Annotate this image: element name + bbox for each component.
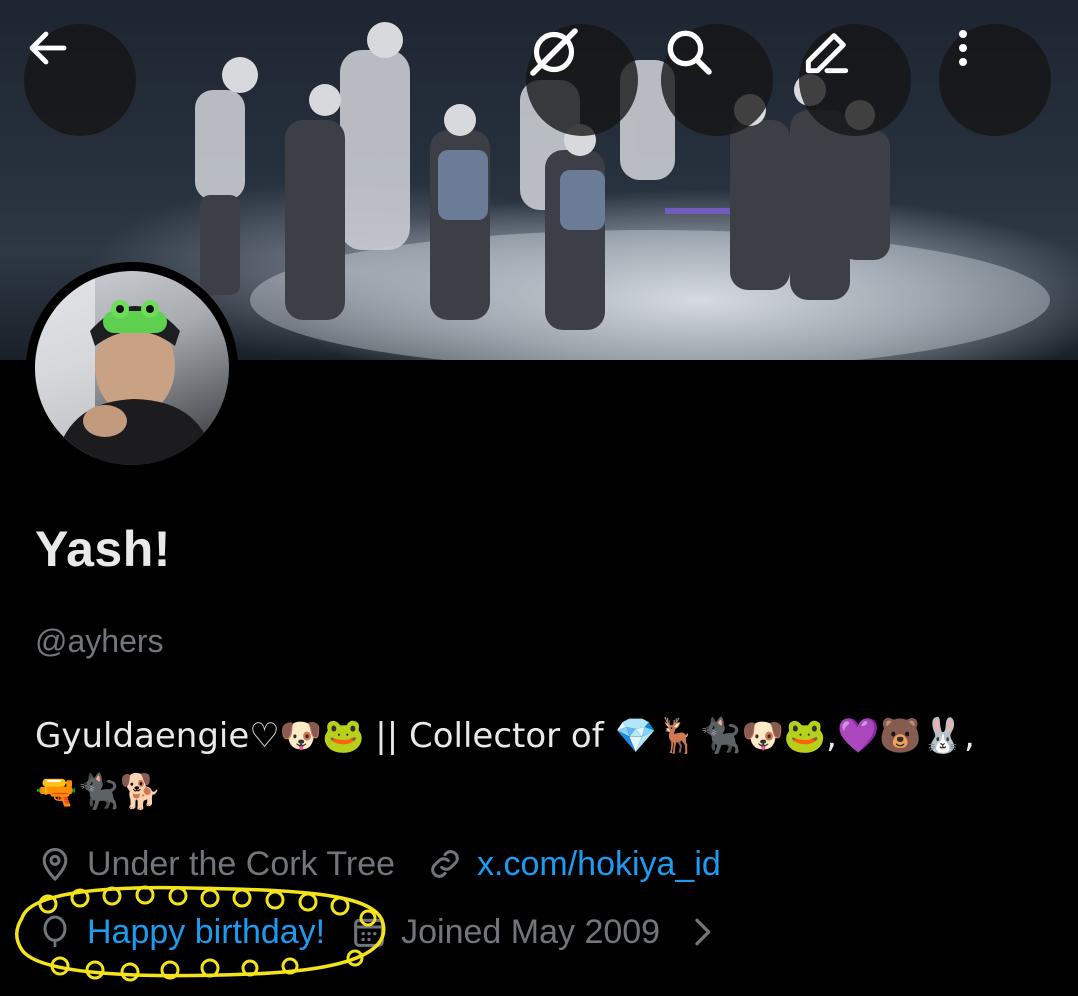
joined-date: Joined May 2009 <box>401 912 661 951</box>
back-button[interactable] <box>24 24 136 136</box>
display-name: Yash! <box>35 521 171 577</box>
bio: Gyuldaengie♡🐶🐸 || Collector of 💎🦌🐈‍⬛🐶🐸,💜… <box>35 716 975 812</box>
chevron-right-icon[interactable] <box>682 912 722 952</box>
edit-button[interactable] <box>799 24 911 136</box>
handle: @ayhers <box>35 623 164 659</box>
more-button[interactable] <box>939 24 1051 136</box>
avatar-image <box>35 271 229 465</box>
search-button[interactable] <box>661 24 773 136</box>
highlight-scribble <box>15 885 386 982</box>
more-vertical-icon <box>959 30 967 66</box>
website-link[interactable]: x.com/hokiya_id <box>477 845 721 884</box>
link-icon <box>425 844 465 884</box>
search-icon <box>667 30 712 75</box>
edit-pencil-icon <box>805 33 849 74</box>
grok-icon <box>530 28 578 76</box>
grok-button[interactable] <box>526 24 638 136</box>
arrow-left-icon <box>29 31 67 65</box>
avatar[interactable] <box>26 262 238 474</box>
